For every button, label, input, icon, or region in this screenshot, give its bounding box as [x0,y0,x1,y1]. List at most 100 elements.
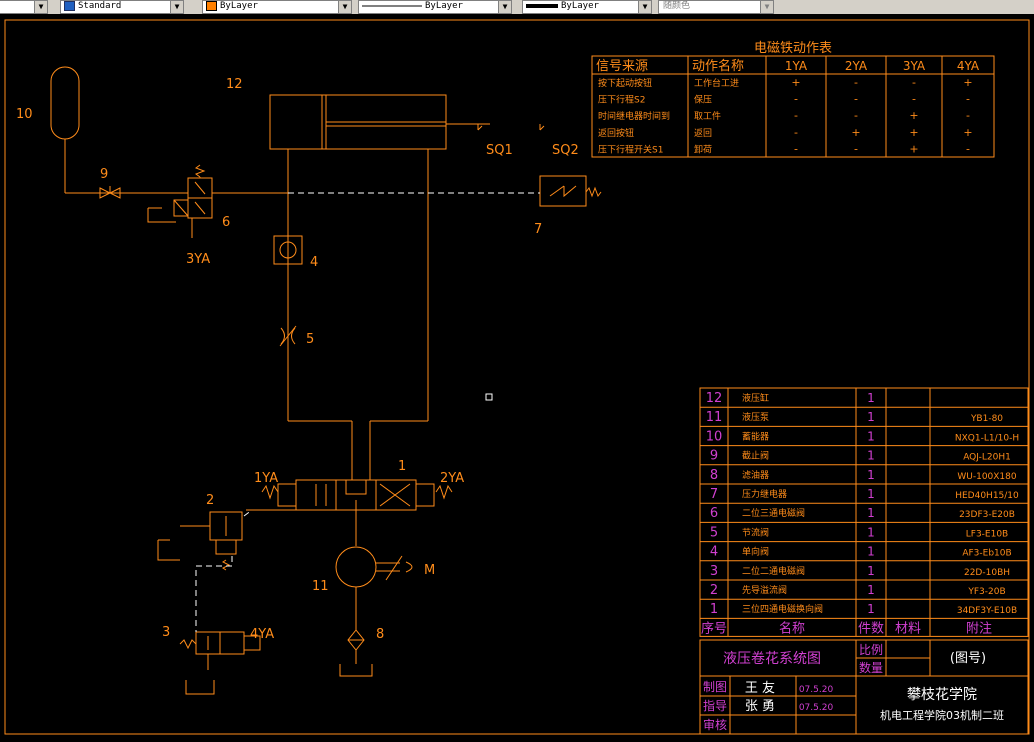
drawing-canvas[interactable]: 10 12 9 6 3YA 4 5 7 SQ1 SQ2 1YA 1 2YA 2 … [0,14,1034,738]
action-table-cell: - [966,142,970,155]
action-table-cell: - [966,93,970,106]
parts-row-qty: 1 [867,391,875,405]
parts-row-spec: 22D-10BH [964,568,1010,578]
chevron-down-icon[interactable]: ▼ [760,1,773,13]
action-table-cell: - [854,109,858,122]
parts-row-number: 6 [710,506,718,521]
action-table-cell: - [966,109,970,122]
linetype-preview-icon [362,5,422,7]
action-table-header: 1YA [785,59,808,73]
parts-row-qty: 1 [867,468,875,482]
layer-combo[interactable]: ▼ [0,0,48,14]
action-table-cell: 压下行程S2 [598,94,645,106]
color-combo[interactable]: ByLayer ▼ [202,0,352,14]
action-table-cell: - [854,142,858,155]
parts-header-number: 序号 [701,621,727,636]
action-table-header: 2YA [845,59,868,73]
parts-row-spec: 23DF3-E20B [959,510,1015,520]
action-table-cell: 保压 [694,94,712,106]
parts-row-qty: 1 [867,602,875,616]
action-table-header: 信号来源 [596,59,648,74]
action-table-cell: - [794,93,798,106]
action-table-cell: - [912,76,916,89]
parts-row-name: 蓄能器 [742,430,769,442]
chevron-down-icon[interactable]: ▼ [638,1,651,13]
parts-row-name: 先导溢流阀 [742,584,787,596]
school-name: 攀枝花学院 [907,687,977,703]
label-4: 4 [310,255,318,270]
parts-row-spec: AQJ-L20H1 [963,453,1011,463]
action-table-cell: + [851,126,860,139]
parts-row-spec: HED40H15/10 [955,491,1019,501]
quantity-label: 数量 [859,660,883,675]
action-table-cell: + [963,126,972,139]
text-style-combo[interactable]: Standard ▼ [60,0,184,14]
parts-row-number: 7 [710,487,718,502]
linetype-value: ByLayer [425,1,463,11]
color-value: ByLayer [220,1,258,11]
action-table-cell: - [794,126,798,139]
parts-row-qty: 1 [867,564,875,578]
lineweight-combo[interactable]: ByLayer ▼ [522,0,652,14]
parts-row-name: 三位四通电磁换向阀 [742,603,823,615]
action-table-cell: - [854,76,858,89]
chevron-down-icon[interactable]: ▼ [498,1,511,13]
parts-row-qty: 1 [867,429,875,443]
label-6: 6 [222,215,230,230]
chevron-down-icon[interactable]: ▼ [170,1,183,13]
label-m: M [424,563,435,578]
label-1: 1 [398,459,406,474]
parts-row-number: 9 [710,449,718,464]
label-3: 3 [162,625,170,640]
parts-row-number: 10 [706,429,723,444]
parts-row-number: 2 [710,583,718,598]
parts-row-qty: 1 [867,410,875,424]
parts-row-spec: AF3-Eb10B [962,549,1011,559]
reviewed-by-label: 审核 [703,717,727,732]
drawn-by-label: 制图 [703,680,727,694]
parts-row-qty: 1 [867,545,875,559]
parts-row-name: 二位二通电磁阀 [742,565,805,577]
parts-row-number: 4 [710,545,718,560]
action-table-cell: - [794,142,798,155]
action-table-cell: 压下行程开关S1 [598,143,663,155]
class-name: 机电工程学院03机制二班 [880,708,1004,722]
label-2ya: 2YA [440,471,464,486]
guided-by-name: 张 勇 [745,699,775,714]
label-sq2: SQ2 [552,143,579,158]
plot-style-combo[interactable]: 随颜色 ▼ [658,0,774,14]
text-style-icon [64,1,75,11]
guided-date: 07.5.20 [799,703,834,713]
parts-row-name: 液压缸 [742,392,769,404]
parts-row-qty: 1 [867,449,875,463]
parts-row-spec: WU-100X180 [957,472,1017,482]
parts-header-qty: 件数 [858,621,884,636]
action-table-header: 动作名称 [692,58,744,74]
parts-row-number: 3 [710,564,718,579]
parts-row-name: 单向阀 [742,546,769,558]
text-style-value: Standard [78,1,122,11]
action-table-cell: 工作台工进 [694,77,739,89]
linetype-combo[interactable]: ByLayer ▼ [358,0,512,14]
label-sq1: SQ1 [486,143,513,158]
parts-row-qty: 1 [867,506,875,520]
chevron-down-icon[interactable]: ▼ [34,1,47,13]
parts-header-name: 名称 [779,620,805,636]
parts-row-spec: NXQ1-L1/10-H [955,433,1019,443]
parts-row-name: 节流阀 [742,526,769,538]
action-table-title: 电磁铁动作表 [754,41,832,56]
parts-row-name: 二位三通电磁阀 [742,507,805,519]
label-4ya: 4YA [250,627,274,642]
parts-row-spec: 34DF3Y-E10B [957,606,1017,616]
guided-by-label: 指导 [703,698,727,713]
properties-toolbar: ▼ Standard ▼ ByLayer ▼ ByLayer ▼ ByLayer… [0,0,1034,14]
parts-row-qty: 1 [867,525,875,539]
parts-row-name: 液压泵 [742,411,769,423]
chevron-down-icon[interactable]: ▼ [338,1,351,13]
action-table-cell: 卸荷 [694,143,712,155]
hydraulic-drawing: 10 12 9 6 3YA 4 5 7 SQ1 SQ2 1YA 1 2YA 2 … [0,14,1034,738]
parts-header-note: 附注 [966,621,992,636]
label-2: 2 [206,493,214,508]
label-7: 7 [534,222,542,237]
parts-row-number: 12 [706,391,723,406]
